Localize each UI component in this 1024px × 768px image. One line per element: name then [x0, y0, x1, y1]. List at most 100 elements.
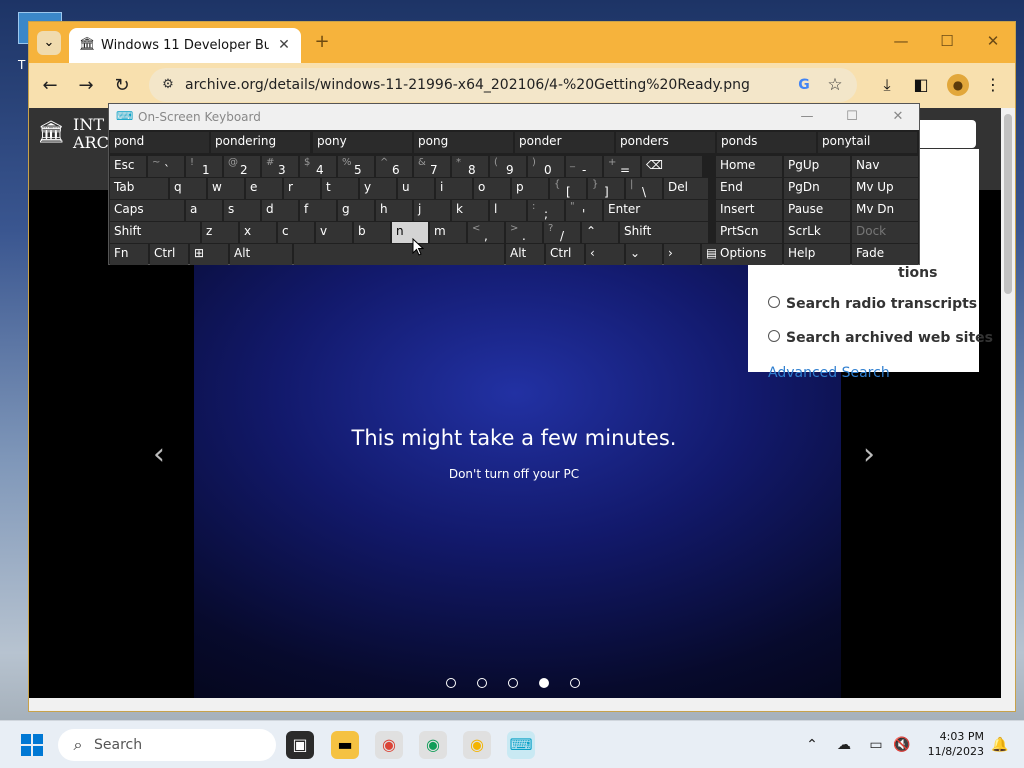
slide-dot[interactable]	[570, 678, 580, 688]
key-row2-0[interactable]: Tab	[110, 178, 168, 199]
nav-key-4-1[interactable]: Help	[784, 244, 850, 265]
key-row5-7[interactable]: ‹	[586, 244, 624, 265]
vertical-scrollbar[interactable]	[1001, 108, 1015, 698]
advanced-search-link[interactable]: Advanced Search	[768, 363, 968, 383]
key-9[interactable]: * 8	[452, 156, 488, 177]
key-row5-9[interactable]: ›	[664, 244, 700, 265]
key-row3-6[interactable]: h	[376, 200, 412, 221]
key-3[interactable]: @2	[224, 156, 260, 177]
key-row5-3[interactable]: Alt	[230, 244, 292, 265]
key-14[interactable]: ⌫	[642, 156, 702, 177]
tray-overflow-chevron-icon[interactable]: ⌃	[801, 734, 823, 756]
next-slide-arrow-icon[interactable]: ›	[857, 438, 881, 472]
key-5[interactable]: $4	[300, 156, 336, 177]
key-row2-5[interactable]: t	[322, 178, 358, 199]
key-8[interactable]: & 7	[414, 156, 450, 177]
key-row3-7[interactable]: j	[414, 200, 450, 221]
key-row4-5[interactable]: b	[354, 222, 390, 243]
suggestion-4[interactable]: ponder	[515, 132, 614, 153]
key-row5-8[interactable]: ⌄	[626, 244, 662, 265]
key-row2-14[interactable]: Del	[664, 178, 708, 199]
display-icon[interactable]: ▭	[865, 734, 887, 756]
radio-icon[interactable]	[768, 296, 780, 308]
key-row4-10[interactable]: ? /	[544, 222, 580, 243]
nav-key-2-2[interactable]: Mv Dn	[852, 200, 918, 221]
reload-icon[interactable]: ↻	[109, 73, 135, 99]
key-row2-3[interactable]: e	[246, 178, 282, 199]
search-option-radio-transcripts[interactable]: Search radio transcripts	[768, 294, 978, 314]
horizontal-scrollbar[interactable]	[29, 698, 1015, 711]
taskbar-search-box[interactable]: ⌕ Search	[58, 729, 276, 761]
slide-dot[interactable]	[477, 678, 487, 688]
key-row3-3[interactable]: d	[262, 200, 298, 221]
key-row2-2[interactable]: w	[208, 178, 244, 199]
key-row5-0[interactable]: Fn	[110, 244, 148, 265]
taskbar-clock[interactable]: 4:03 PM 11/8/2023	[920, 729, 984, 761]
key-7[interactable]: ^ 6	[376, 156, 412, 177]
chrome-profile-2-icon[interactable]: ◉	[463, 731, 491, 759]
file-explorer-icon[interactable]: ▬	[331, 731, 359, 759]
key-row2-9[interactable]: o	[474, 178, 510, 199]
key-row5-1[interactable]: Ctrl	[150, 244, 188, 265]
key-row4-2[interactable]: x	[240, 222, 276, 243]
key-4[interactable]: #3	[262, 156, 298, 177]
key-row2-6[interactable]: y	[360, 178, 396, 199]
key-row4-1[interactable]: z	[202, 222, 238, 243]
nav-key-3-0[interactable]: PrtScn	[716, 222, 782, 243]
nav-key-1-0[interactable]: End	[716, 178, 782, 199]
tab-close-icon[interactable]: ✕	[275, 36, 293, 54]
key-row3-9[interactable]: l	[490, 200, 526, 221]
nav-key-2-1[interactable]: Pause	[784, 200, 850, 221]
key-row4-8[interactable]: <,	[468, 222, 504, 243]
nav-key-2-0[interactable]: Insert	[716, 200, 782, 221]
windows-start-icon[interactable]	[20, 733, 44, 757]
forward-arrow-icon[interactable]: →	[73, 73, 99, 99]
osk-maximize-button[interactable]: ☐	[837, 106, 867, 128]
address-bar[interactable]: ⚙ archive.org/details/windows-11-21996-x…	[149, 68, 857, 102]
key-row3-5[interactable]: g	[338, 200, 374, 221]
network-volume-icon[interactable]: 🔇	[891, 734, 913, 756]
nav-key-0-0[interactable]: Home	[716, 156, 782, 177]
suggestion-2[interactable]: pony	[313, 132, 412, 153]
key-row5-4[interactable]	[294, 244, 504, 265]
osk-minimize-button[interactable]: —	[792, 106, 822, 128]
task-view-icon[interactable]: ▣	[286, 731, 314, 759]
key-row4-12[interactable]: Shift	[620, 222, 708, 243]
url-text[interactable]: archive.org/details/windows-11-21996-x64…	[185, 76, 750, 94]
notification-bell-icon[interactable]: 🔔	[990, 735, 1010, 755]
key-row4-3[interactable]: c	[278, 222, 314, 243]
window-close-button[interactable]: ✕	[979, 30, 1007, 52]
osk-close-button[interactable]: ✕	[883, 106, 913, 128]
back-arrow-icon[interactable]: ←	[37, 73, 63, 99]
key-row2-4[interactable]: r	[284, 178, 320, 199]
nav-key-1-1[interactable]: PgDn	[784, 178, 850, 199]
key-row3-2[interactable]: s	[224, 200, 260, 221]
tab-search-chevron-icon[interactable]: ⌄	[37, 31, 61, 55]
key-row2-1[interactable]: q	[170, 178, 206, 199]
window-minimize-button[interactable]: —	[887, 30, 915, 52]
window-maximize-button[interactable]: ☐	[933, 30, 961, 52]
download-icon[interactable]: ⤓	[875, 73, 899, 97]
key-2[interactable]: ! 1	[186, 156, 222, 177]
nav-key-4-2[interactable]: Fade	[852, 244, 918, 265]
cloud-offline-icon[interactable]: ☁	[833, 734, 855, 756]
osk-titlebar[interactable]: ⌨ On-Screen Keyboard — ☐ ✕	[109, 104, 919, 130]
nav-key-0-2[interactable]: Nav	[852, 156, 918, 177]
more-menu-icon[interactable]: ⋮	[981, 73, 1005, 97]
slide-dot[interactable]	[446, 678, 456, 688]
radio-icon[interactable]	[768, 330, 780, 342]
key-12[interactable]: _ -	[566, 156, 602, 177]
key-row2-13[interactable]: | \	[626, 178, 662, 199]
key-6[interactable]: % 5	[338, 156, 374, 177]
key-row3-12[interactable]: Enter	[604, 200, 708, 221]
key-row4-4[interactable]: v	[316, 222, 352, 243]
tab-active[interactable]: 🏛 Windows 11 Developer Build 21 ✕	[69, 28, 301, 63]
site-info-icon[interactable]: ⚙	[159, 76, 177, 94]
key-1[interactable]: ~ `	[148, 156, 184, 177]
side-panel-icon[interactable]: ◧	[909, 73, 933, 97]
key-row2-11[interactable]: {[	[550, 178, 586, 199]
osk-taskbar-icon[interactable]: ⌨	[507, 731, 535, 759]
search-option-partial[interactable]: tions	[898, 263, 968, 283]
nav-key-3-1[interactable]: ScrLk	[784, 222, 850, 243]
search-option-web-sites[interactable]: Search archived web sites	[768, 328, 993, 348]
